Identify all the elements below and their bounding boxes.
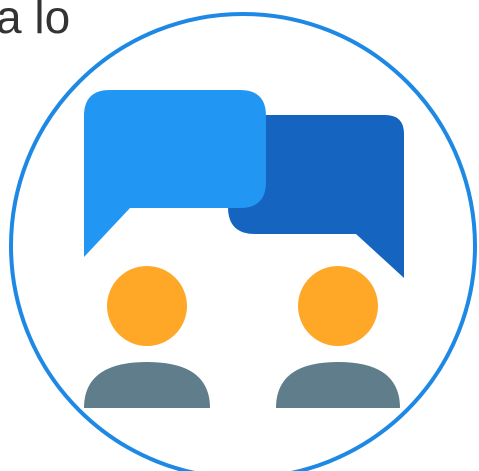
circle-outline — [9, 12, 477, 471]
chat-users-svg — [9, 12, 477, 471]
person-right-head-icon — [298, 266, 378, 346]
chat-users-icon — [0, 0, 479, 471]
person-left-head-icon — [107, 266, 187, 346]
screenshot-crop: a lo — [0, 0, 479, 471]
